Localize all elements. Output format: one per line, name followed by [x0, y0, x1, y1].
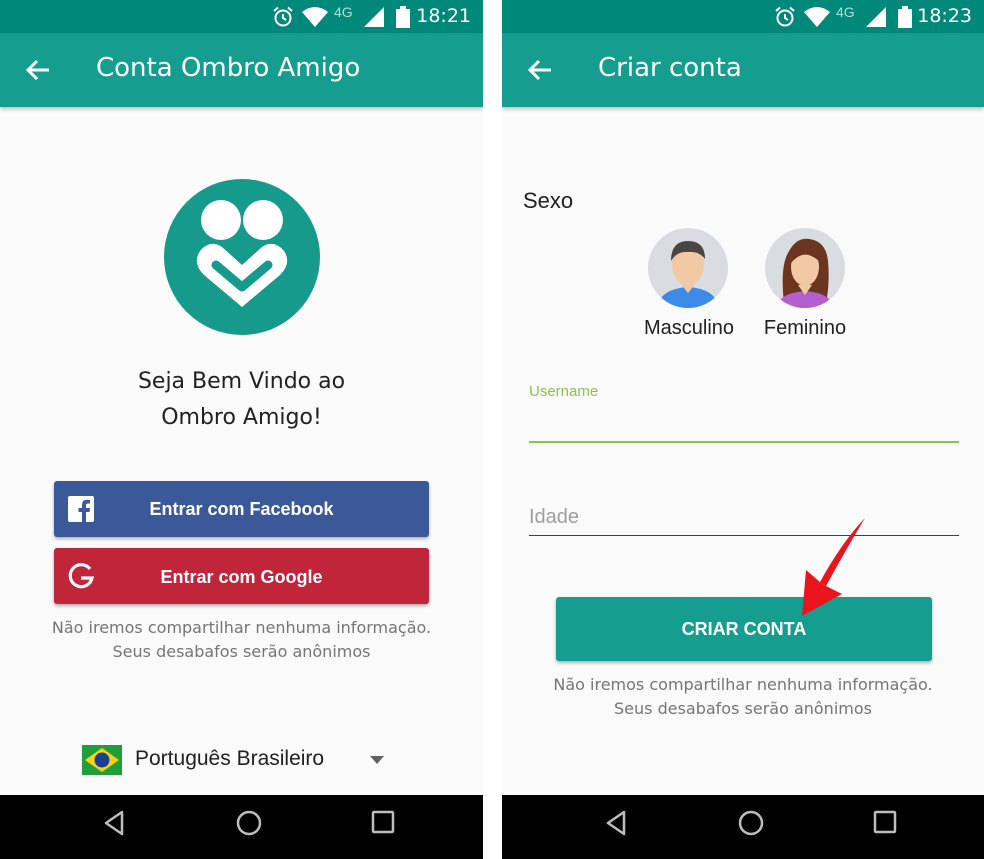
privacy-note-line-2: Seus desabafos serão anônimos	[614, 699, 872, 718]
network-type-label: 4G	[334, 4, 353, 20]
alarm-icon	[273, 6, 293, 27]
page-title: Conta Ombro Amigo	[96, 53, 361, 83]
nav-home-icon[interactable]	[235, 809, 263, 837]
nav-back-icon[interactable]	[604, 809, 628, 837]
wifi-icon	[302, 7, 328, 27]
back-arrow-icon[interactable]	[25, 58, 51, 82]
age-field[interactable]: Idade	[529, 500, 959, 540]
status-icons: 4G	[272, 4, 422, 28]
app-bar: Conta Ombro Amigo	[0, 33, 483, 107]
signal-icon	[364, 7, 384, 27]
female-option[interactable]: Feminino	[750, 225, 860, 345]
status-time: 18:23	[917, 5, 972, 27]
status-bar: 4G 18:23	[502, 0, 984, 33]
battery-icon	[898, 6, 912, 28]
privacy-note-line-1: Não iremos compartilhar nenhuma informaç…	[51, 618, 432, 637]
left-screen: 4G 18:21 Conta Ombro Amigo Seja Bem Vind…	[0, 0, 483, 859]
app-bar: Criar conta	[502, 33, 984, 107]
create-account-label: CRIAR CONTA	[681, 619, 807, 639]
right-screen: 4G 18:23 Criar conta Sexo Masculino Femi…	[502, 0, 984, 859]
app-logo	[164, 179, 320, 335]
welcome-line-2: Ombro Amigo!	[161, 405, 322, 430]
age-placeholder: Idade	[529, 506, 580, 528]
annotation-arrow-icon	[802, 518, 865, 616]
female-label: Feminino	[763, 317, 847, 339]
female-avatar-icon	[765, 228, 845, 308]
welcome-line-1: Seja Bem Vindo ao	[137, 369, 346, 394]
nav-bar	[502, 795, 984, 859]
signal-icon	[866, 7, 886, 27]
nav-recents-icon[interactable]	[370, 809, 396, 835]
nav-recents-icon[interactable]	[872, 809, 898, 835]
status-bar: 4G 18:21	[0, 0, 483, 33]
username-underline	[529, 441, 959, 443]
back-arrow-icon[interactable]	[527, 58, 553, 82]
language-selector[interactable]: Português Brasileiro	[82, 740, 402, 780]
page-title: Criar conta	[598, 53, 742, 83]
google-login-button[interactable]: Entrar com Google	[54, 548, 429, 604]
google-button-label: Entrar com Google	[160, 567, 323, 587]
privacy-note-line-1: Não iremos compartilhar nenhuma informaç…	[553, 675, 933, 694]
dropdown-arrow-icon	[370, 756, 384, 764]
age-underline	[529, 535, 959, 536]
language-label: Português Brasileiro	[135, 747, 325, 770]
wifi-icon	[804, 7, 830, 27]
sex-label: Sexo	[523, 188, 574, 213]
network-type-label: 4G	[836, 4, 855, 20]
status-icons: 4G	[774, 4, 924, 28]
male-label: Masculino	[643, 317, 735, 339]
nav-bar	[0, 795, 483, 859]
privacy-note-line-2: Seus desabafos serão anônimos	[112, 642, 371, 661]
username-field[interactable]: Username	[529, 380, 959, 446]
facebook-button-label: Entrar com Facebook	[149, 499, 334, 519]
male-option[interactable]: Masculino	[634, 225, 744, 345]
nav-home-icon[interactable]	[737, 809, 765, 837]
battery-icon	[396, 6, 410, 28]
facebook-login-button[interactable]: Entrar com Facebook	[54, 481, 429, 537]
status-time: 18:21	[416, 5, 471, 27]
brazil-flag-icon	[82, 745, 122, 775]
username-label: Username	[529, 383, 599, 400]
alarm-icon	[775, 6, 795, 27]
nav-back-icon[interactable]	[102, 809, 126, 837]
create-account-button[interactable]: CRIAR CONTA	[556, 597, 932, 661]
male-avatar-icon	[648, 228, 728, 308]
